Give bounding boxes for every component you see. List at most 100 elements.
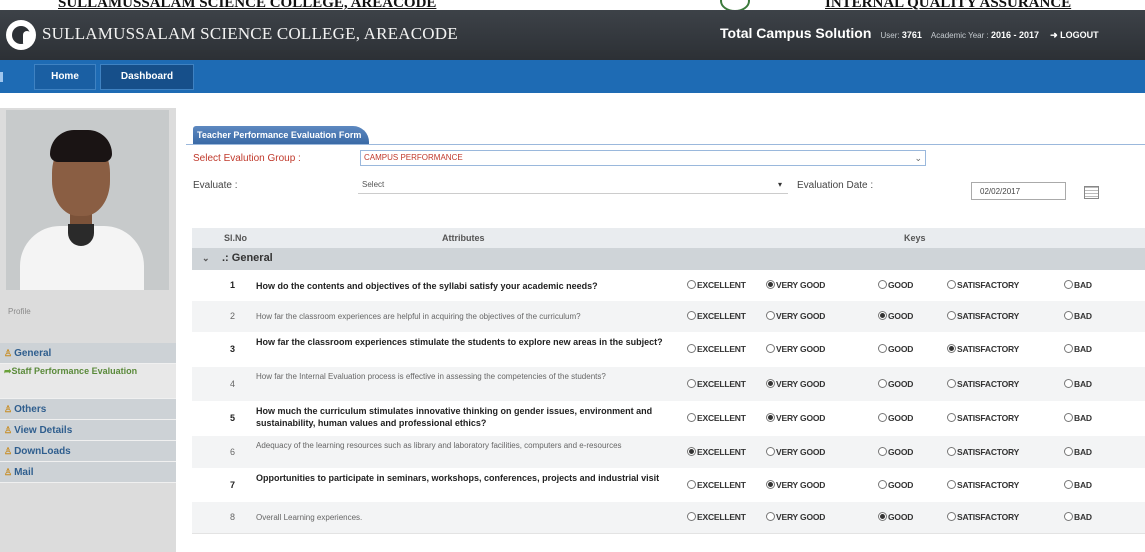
radio-icon[interactable]: [947, 447, 956, 456]
radio-icon[interactable]: [1064, 447, 1073, 456]
nav-home-button[interactable]: Home: [34, 64, 96, 90]
sidebar-item-general[interactable]: ♙ General: [0, 343, 176, 364]
radio-icon[interactable]: [947, 379, 956, 388]
option-satisfactory[interactable]: SATISFACTORY: [947, 480, 1019, 490]
radio-icon[interactable]: [1064, 480, 1073, 489]
radio-icon[interactable]: [947, 512, 956, 521]
option-excellent[interactable]: EXCELLENT: [687, 480, 746, 490]
option-satisfactory[interactable]: SATISFACTORY: [947, 413, 1019, 423]
radio-icon[interactable]: [878, 379, 887, 388]
radio-icon[interactable]: [878, 280, 887, 289]
radio-icon[interactable]: [687, 344, 696, 353]
radio-icon[interactable]: [947, 311, 956, 320]
option-good[interactable]: GOOD: [878, 413, 913, 423]
radio-icon[interactable]: [687, 512, 696, 521]
chevron-down-icon[interactable]: ⌄: [202, 253, 210, 264]
option-satisfactory[interactable]: SATISFACTORY: [947, 311, 1019, 321]
option-satisfactory[interactable]: SATISFACTORY: [947, 280, 1019, 290]
sidebar-item-mail[interactable]: ♙ Mail: [0, 462, 176, 483]
radio-icon[interactable]: [1064, 344, 1073, 353]
option-excellent[interactable]: EXCELLENT: [687, 413, 746, 423]
col-slno: Sl.No: [224, 233, 248, 243]
option-excellent[interactable]: EXCELLENT: [687, 344, 746, 354]
option-very-good[interactable]: VERY GOOD: [766, 280, 825, 290]
evaluation-date-input[interactable]: 02/02/2017: [971, 182, 1066, 200]
option-bad[interactable]: BAD: [1064, 280, 1092, 290]
option-very-good[interactable]: VERY GOOD: [766, 413, 825, 423]
radio-icon[interactable]: [766, 480, 775, 489]
option-very-good[interactable]: VERY GOOD: [766, 311, 825, 321]
sidebar-item-downloads[interactable]: ♙ DownLoads: [0, 441, 176, 462]
radio-icon[interactable]: [1064, 379, 1073, 388]
radio-icon[interactable]: [687, 280, 696, 289]
option-bad[interactable]: BAD: [1064, 480, 1092, 490]
sidebar-item-others[interactable]: ♙ Others: [0, 399, 176, 420]
option-excellent[interactable]: EXCELLENT: [687, 280, 746, 290]
radio-icon[interactable]: [878, 413, 887, 422]
radio-icon[interactable]: [766, 379, 775, 388]
option-good[interactable]: GOOD: [878, 311, 913, 321]
option-satisfactory[interactable]: SATISFACTORY: [947, 512, 1019, 522]
radio-icon[interactable]: [1064, 311, 1073, 320]
option-bad[interactable]: BAD: [1064, 512, 1092, 522]
radio-icon[interactable]: [947, 344, 956, 353]
option-bad[interactable]: BAD: [1064, 311, 1092, 321]
radio-icon[interactable]: [766, 311, 775, 320]
form-title-tab[interactable]: Teacher Performance Evaluation Form: [193, 126, 370, 144]
radio-icon[interactable]: [878, 447, 887, 456]
option-good[interactable]: GOOD: [878, 280, 913, 290]
radio-icon[interactable]: [766, 447, 775, 456]
radio-icon[interactable]: [687, 379, 696, 388]
profile-link[interactable]: Profile: [8, 307, 31, 316]
logout-button[interactable]: ➜ LOGOUT: [1050, 30, 1099, 40]
radio-icon[interactable]: [766, 512, 775, 521]
evaluation-group-select[interactable]: CAMPUS PERFORMANCE ⌄: [360, 150, 926, 166]
radio-icon[interactable]: [766, 413, 775, 422]
calendar-icon[interactable]: [1084, 186, 1099, 199]
option-very-good[interactable]: VERY GOOD: [766, 480, 825, 490]
option-good[interactable]: GOOD: [878, 379, 913, 389]
radio-icon[interactable]: [947, 480, 956, 489]
radio-icon[interactable]: [766, 280, 775, 289]
radio-icon[interactable]: [766, 344, 775, 353]
sidebar-item-staff-evaluation[interactable]: ➦Staff Performance Evaluation: [0, 364, 176, 399]
option-good[interactable]: GOOD: [878, 480, 913, 490]
option-bad[interactable]: BAD: [1064, 344, 1092, 354]
option-satisfactory[interactable]: SATISFACTORY: [947, 344, 1019, 354]
radio-icon[interactable]: [878, 512, 887, 521]
option-good[interactable]: GOOD: [878, 344, 913, 354]
radio-icon[interactable]: [878, 480, 887, 489]
option-bad[interactable]: BAD: [1064, 379, 1092, 389]
radio-icon[interactable]: [947, 413, 956, 422]
radio-icon[interactable]: [878, 344, 887, 353]
option-excellent[interactable]: EXCELLENT: [687, 512, 746, 522]
sidebar-item-view-details[interactable]: ♙ View Details: [0, 420, 176, 441]
radio-icon[interactable]: [687, 447, 696, 456]
option-very-good[interactable]: VERY GOOD: [766, 447, 825, 457]
option-satisfactory[interactable]: SATISFACTORY: [947, 379, 1019, 389]
evaluate-select[interactable]: Select: [362, 180, 384, 189]
radio-icon[interactable]: [687, 311, 696, 320]
group-row-general[interactable]: ⌄ .: General: [192, 248, 1145, 270]
option-very-good[interactable]: VERY GOOD: [766, 344, 825, 354]
option-good[interactable]: GOOD: [878, 512, 913, 522]
option-excellent[interactable]: EXCELLENT: [687, 311, 746, 321]
option-satisfactory[interactable]: SATISFACTORY: [947, 447, 1019, 457]
radio-icon[interactable]: [947, 280, 956, 289]
row-number: 3: [230, 344, 236, 354]
radio-icon[interactable]: [1064, 413, 1073, 422]
radio-icon[interactable]: [1064, 280, 1073, 289]
nav-dashboard-button[interactable]: Dashboard: [100, 64, 194, 90]
radio-icon[interactable]: [878, 311, 887, 320]
dropdown-caret-icon[interactable]: ▾: [778, 180, 782, 189]
option-good[interactable]: GOOD: [878, 447, 913, 457]
radio-icon[interactable]: [1064, 512, 1073, 521]
option-bad[interactable]: BAD: [1064, 447, 1092, 457]
option-bad[interactable]: BAD: [1064, 413, 1092, 423]
radio-icon[interactable]: [687, 413, 696, 422]
option-very-good[interactable]: VERY GOOD: [766, 379, 825, 389]
radio-icon[interactable]: [687, 480, 696, 489]
option-excellent[interactable]: EXCELLENT: [687, 379, 746, 389]
option-excellent[interactable]: EXCELLENT: [687, 447, 746, 457]
option-very-good[interactable]: VERY GOOD: [766, 512, 825, 522]
